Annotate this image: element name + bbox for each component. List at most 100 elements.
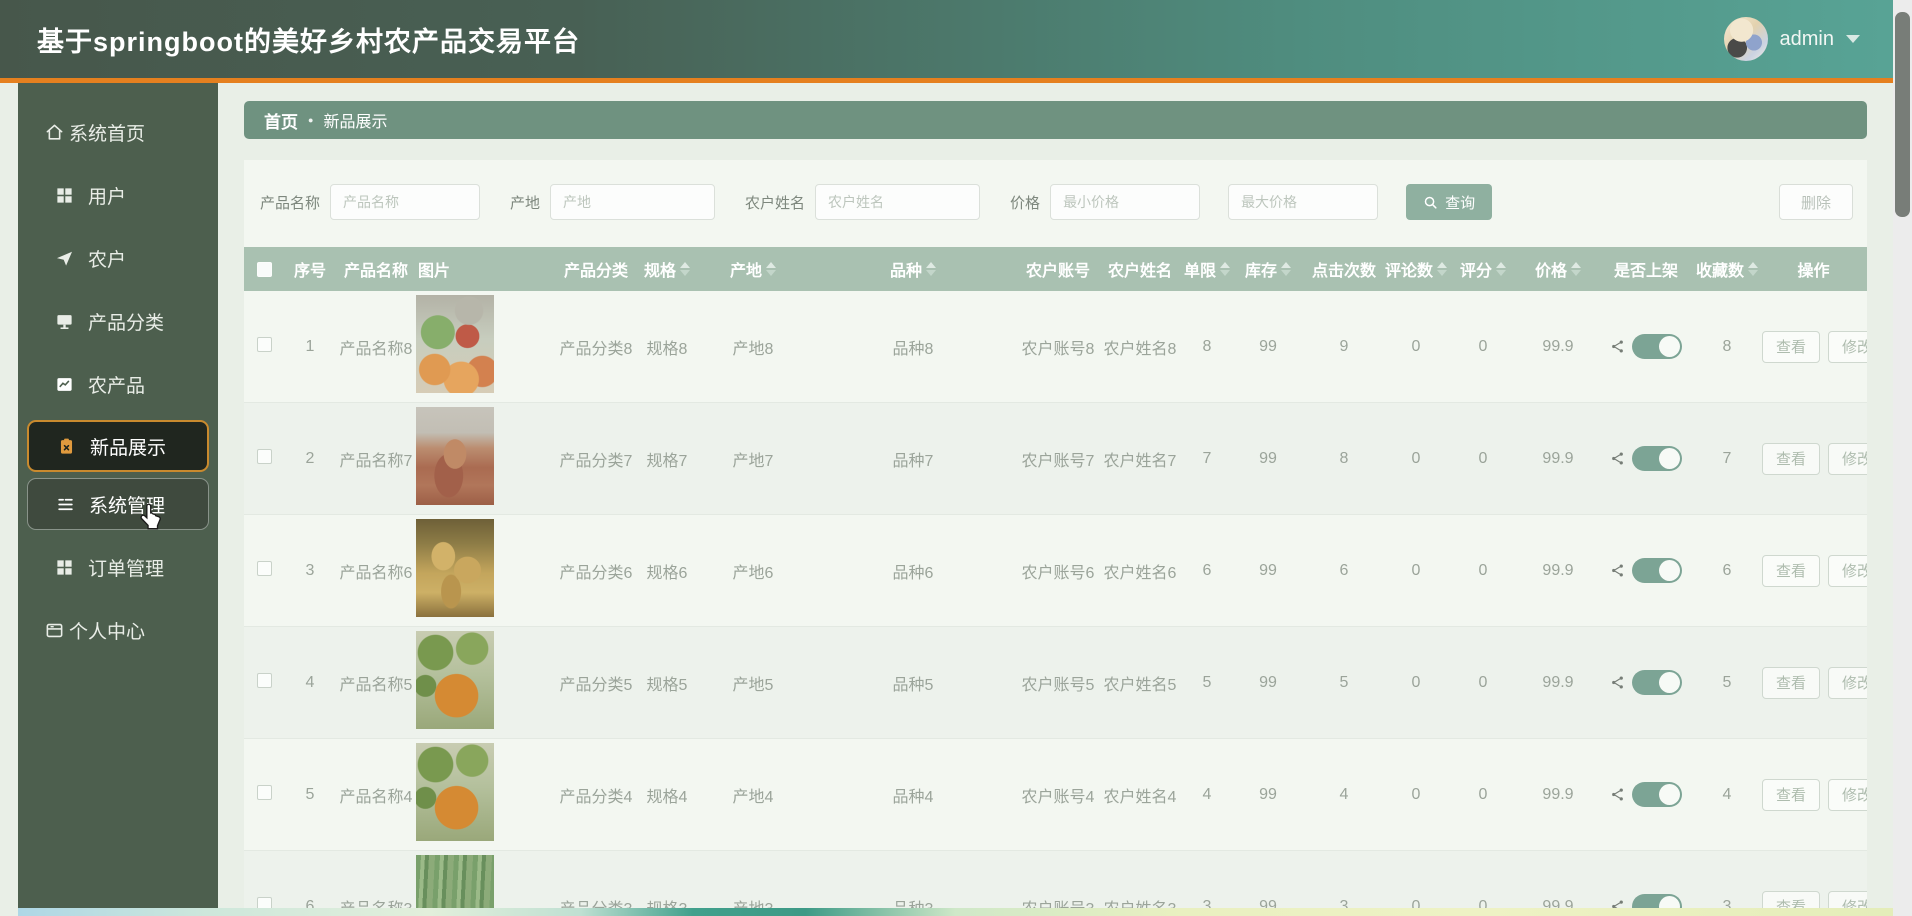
user-avatar[interactable]: [1723, 17, 1768, 61]
share-icon: [1612, 564, 1623, 577]
row-checkbox[interactable]: [256, 896, 272, 908]
col-farmer-account[interactable]: 农户账号: [1018, 257, 1098, 281]
col-favorites[interactable]: 收藏数: [1694, 257, 1760, 281]
cell-clicks: 3: [1339, 897, 1349, 909]
sidebar-item-label: 农产品: [88, 376, 146, 397]
cell-farmer-account: 农户账号5: [1021, 676, 1095, 694]
grid-icon: [57, 188, 72, 203]
sidebar-item-users[interactable]: 用户: [18, 164, 218, 227]
sidebar-item-label: 系统首页: [69, 124, 146, 145]
edit-button[interactable]: 修改: [1828, 778, 1867, 811]
sort-carets-icon[interactable]: [1281, 262, 1291, 276]
cell-farmer-account: 农户账号7: [1021, 452, 1095, 470]
cell-limit: 4: [1202, 785, 1212, 803]
cell-stock: 99: [1259, 785, 1277, 803]
col-rating[interactable]: 评分: [1448, 257, 1518, 281]
edit-button[interactable]: 修改: [1828, 442, 1867, 475]
edit-button[interactable]: 修改: [1828, 666, 1867, 699]
row-checkbox[interactable]: [256, 336, 272, 352]
cell-variety: 品种6: [892, 564, 934, 582]
view-button[interactable]: 查看: [1762, 554, 1821, 587]
delete-button[interactable]: 删除: [1779, 184, 1853, 220]
sidebar-item-products[interactable]: 农产品: [18, 353, 218, 416]
search-button[interactable]: 查询: [1406, 184, 1493, 220]
sort-carets-icon[interactable]: [766, 262, 776, 276]
edit-button[interactable]: 修改: [1828, 330, 1867, 363]
cell-product-name: 产品名称8: [339, 340, 413, 358]
cell-rating: 0: [1478, 897, 1488, 909]
sidebar-item-home[interactable]: 系统首页: [18, 101, 218, 164]
row-checkbox[interactable]: [256, 784, 272, 800]
col-actions: 操作: [1797, 263, 1830, 280]
cell-spec: 规格4: [646, 788, 688, 806]
col-spec[interactable]: 规格: [636, 257, 698, 281]
product-image: [416, 743, 494, 841]
filter-bar: 产品名称 产地 农户姓名 价格 查询 删除: [244, 160, 1867, 220]
select-all-checkbox[interactable]: [256, 261, 272, 277]
col-variety[interactable]: 品种: [808, 257, 1018, 281]
cell-limit: 6: [1202, 561, 1212, 579]
on-shelf-toggle[interactable]: [1632, 558, 1682, 583]
col-price[interactable]: 价格: [1518, 257, 1598, 281]
sort-carets-icon[interactable]: [1571, 262, 1581, 276]
row-checkbox[interactable]: [256, 448, 272, 464]
col-product-name[interactable]: 产品名称: [336, 257, 416, 281]
sort-carets-icon[interactable]: [1220, 262, 1230, 276]
cell-origin: 产地4: [732, 788, 774, 806]
row-checkbox[interactable]: [256, 672, 272, 688]
price-min-input[interactable]: [1050, 184, 1201, 220]
sidebar-item-system-management[interactable]: 系统管理: [27, 478, 209, 530]
col-comments[interactable]: 评论数: [1384, 257, 1448, 281]
col-clicks[interactable]: 点击次数: [1304, 257, 1384, 281]
view-button[interactable]: 查看: [1762, 778, 1821, 811]
sidebar-item-profile[interactable]: 个人中心: [18, 599, 218, 662]
sidebar-item-new-products[interactable]: 新品展示: [27, 420, 209, 472]
scrollbar-thumb[interactable]: [1895, 12, 1910, 217]
row-checkbox[interactable]: [256, 560, 272, 576]
on-shelf-toggle[interactable]: [1632, 334, 1682, 359]
col-origin[interactable]: 产地: [698, 257, 808, 281]
col-image: 图片: [418, 263, 451, 280]
view-button[interactable]: 查看: [1762, 442, 1821, 475]
view-button[interactable]: 查看: [1762, 666, 1821, 699]
sidebar-item-label: 新品展示: [90, 437, 167, 459]
price-max-input[interactable]: [1228, 184, 1379, 220]
sort-carets-icon[interactable]: [926, 262, 936, 276]
sidebar-item-orders[interactable]: 订单管理: [18, 536, 218, 599]
sidebar-item-farmers[interactable]: 农户: [18, 227, 218, 290]
edit-button[interactable]: 修改: [1828, 890, 1867, 908]
cell-product-name: 产品名称6: [339, 564, 413, 582]
sort-carets-icon[interactable]: [1496, 262, 1506, 276]
edit-button[interactable]: 修改: [1828, 554, 1867, 587]
monitor-icon: [57, 315, 72, 330]
on-shelf-toggle[interactable]: [1632, 894, 1682, 908]
product-name-input[interactable]: [330, 184, 481, 220]
share-icon: [1612, 676, 1623, 689]
on-shelf-toggle[interactable]: [1632, 670, 1682, 695]
col-on-shelf[interactable]: 是否上架: [1598, 257, 1694, 281]
sort-carets-icon[interactable]: [1437, 262, 1447, 276]
user-menu[interactable]: admin: [1723, 0, 1860, 78]
view-button[interactable]: 查看: [1762, 330, 1821, 363]
sort-carets-icon[interactable]: [1748, 262, 1758, 276]
col-category[interactable]: 产品分类: [556, 257, 636, 281]
col-farmer-name[interactable]: 农户姓名: [1098, 257, 1182, 281]
col-stock[interactable]: 库存: [1232, 257, 1304, 281]
cell-comments: 0: [1411, 673, 1421, 691]
sort-carets-icon[interactable]: [680, 262, 690, 276]
breadcrumb-home-link[interactable]: 首页: [264, 108, 298, 133]
vertical-scrollbar[interactable]: [1893, 0, 1912, 916]
chart-icon: [57, 378, 72, 391]
on-shelf-toggle[interactable]: [1632, 446, 1682, 471]
origin-input[interactable]: [550, 184, 716, 220]
search-icon: [1424, 196, 1437, 209]
cell-product-name: 产品名称7: [339, 452, 413, 470]
on-shelf-toggle[interactable]: [1632, 782, 1682, 807]
sidebar-item-categories[interactable]: 产品分类: [18, 290, 218, 353]
share-icon: [1612, 900, 1623, 908]
view-button[interactable]: 查看: [1762, 890, 1821, 908]
farmer-name-input[interactable]: [815, 184, 981, 220]
origin-filter-label: 产地: [510, 194, 541, 212]
col-limit[interactable]: 单限: [1182, 257, 1232, 281]
cell-index: 3: [305, 561, 315, 579]
